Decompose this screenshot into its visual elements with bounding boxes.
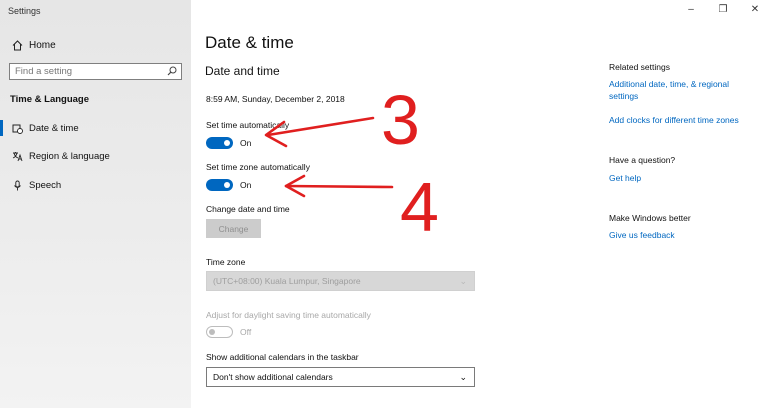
annotation-arrows: [264, 116, 394, 198]
annotation-number-three: 3: [381, 81, 420, 159]
arrow-to-timezone-toggle: [284, 174, 394, 198]
annotation-number-four: 4: [400, 168, 439, 246]
arrow-to-time-toggle: [264, 116, 375, 148]
